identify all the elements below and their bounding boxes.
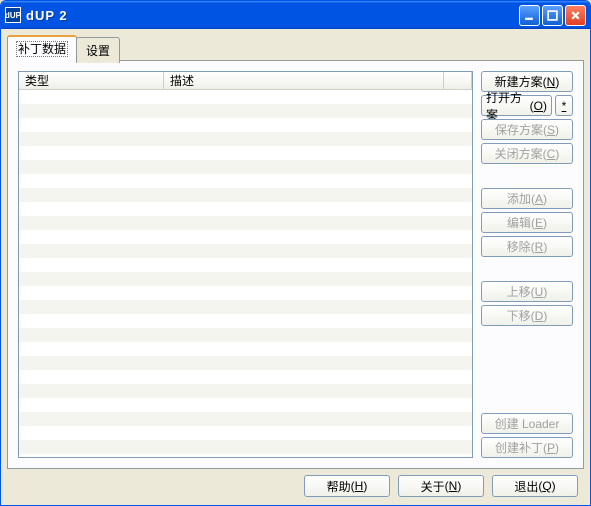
- about-button[interactable]: 关于(N): [398, 475, 484, 497]
- edit-button[interactable]: 编辑(E): [481, 212, 573, 233]
- column-desc[interactable]: 描述: [164, 72, 444, 89]
- close-button[interactable]: [565, 5, 586, 26]
- column-spacer[interactable]: [444, 72, 472, 89]
- tab-panel: 类型 描述 新建方案(N) 打开方案(O) * 保存方案(S) 关闭方案(C) …: [7, 60, 584, 469]
- close-scheme-button[interactable]: 关闭方案(C): [481, 143, 573, 164]
- create-patch-button[interactable]: 创建补丁(P): [481, 437, 573, 458]
- app-window: dUP dUP 2 补丁数据 设置 类型 描述 新建方案(N): [0, 0, 591, 506]
- window-controls: [519, 5, 586, 26]
- move-up-button[interactable]: 上移(U): [481, 281, 573, 302]
- bottom-bar: 帮助(H) 关于(N) 退出(Q): [7, 469, 584, 499]
- move-down-button[interactable]: 下移(D): [481, 305, 573, 326]
- client-area: 补丁数据 设置 类型 描述 新建方案(N) 打开方案(O) * 保存方案(S) …: [1, 29, 590, 505]
- create-loader-button[interactable]: 创建 Loader: [481, 413, 573, 434]
- title-bar[interactable]: dUP dUP 2: [1, 1, 590, 29]
- tab-strip: 补丁数据 设置: [7, 35, 584, 61]
- help-button[interactable]: 帮助(H): [304, 475, 390, 497]
- tab-settings[interactable]: 设置: [76, 37, 120, 63]
- app-icon: dUP: [5, 7, 21, 23]
- add-button[interactable]: 添加(A): [481, 188, 573, 209]
- save-scheme-button[interactable]: 保存方案(S): [481, 119, 573, 140]
- remove-button[interactable]: 移除(R): [481, 236, 573, 257]
- window-title: dUP 2: [26, 8, 519, 23]
- exit-button[interactable]: 退出(Q): [492, 475, 578, 497]
- side-buttons: 新建方案(N) 打开方案(O) * 保存方案(S) 关闭方案(C) 添加(A) …: [481, 71, 573, 458]
- patch-list[interactable]: 类型 描述: [18, 71, 473, 458]
- list-body[interactable]: [19, 90, 472, 457]
- maximize-button[interactable]: [542, 5, 563, 26]
- open-recent-button[interactable]: *: [555, 95, 573, 116]
- minimize-button[interactable]: [519, 5, 540, 26]
- tab-patch-data[interactable]: 补丁数据: [7, 35, 77, 61]
- list-header: 类型 描述: [19, 72, 472, 90]
- open-scheme-button[interactable]: 打开方案(O): [481, 95, 552, 116]
- column-type[interactable]: 类型: [19, 72, 164, 89]
